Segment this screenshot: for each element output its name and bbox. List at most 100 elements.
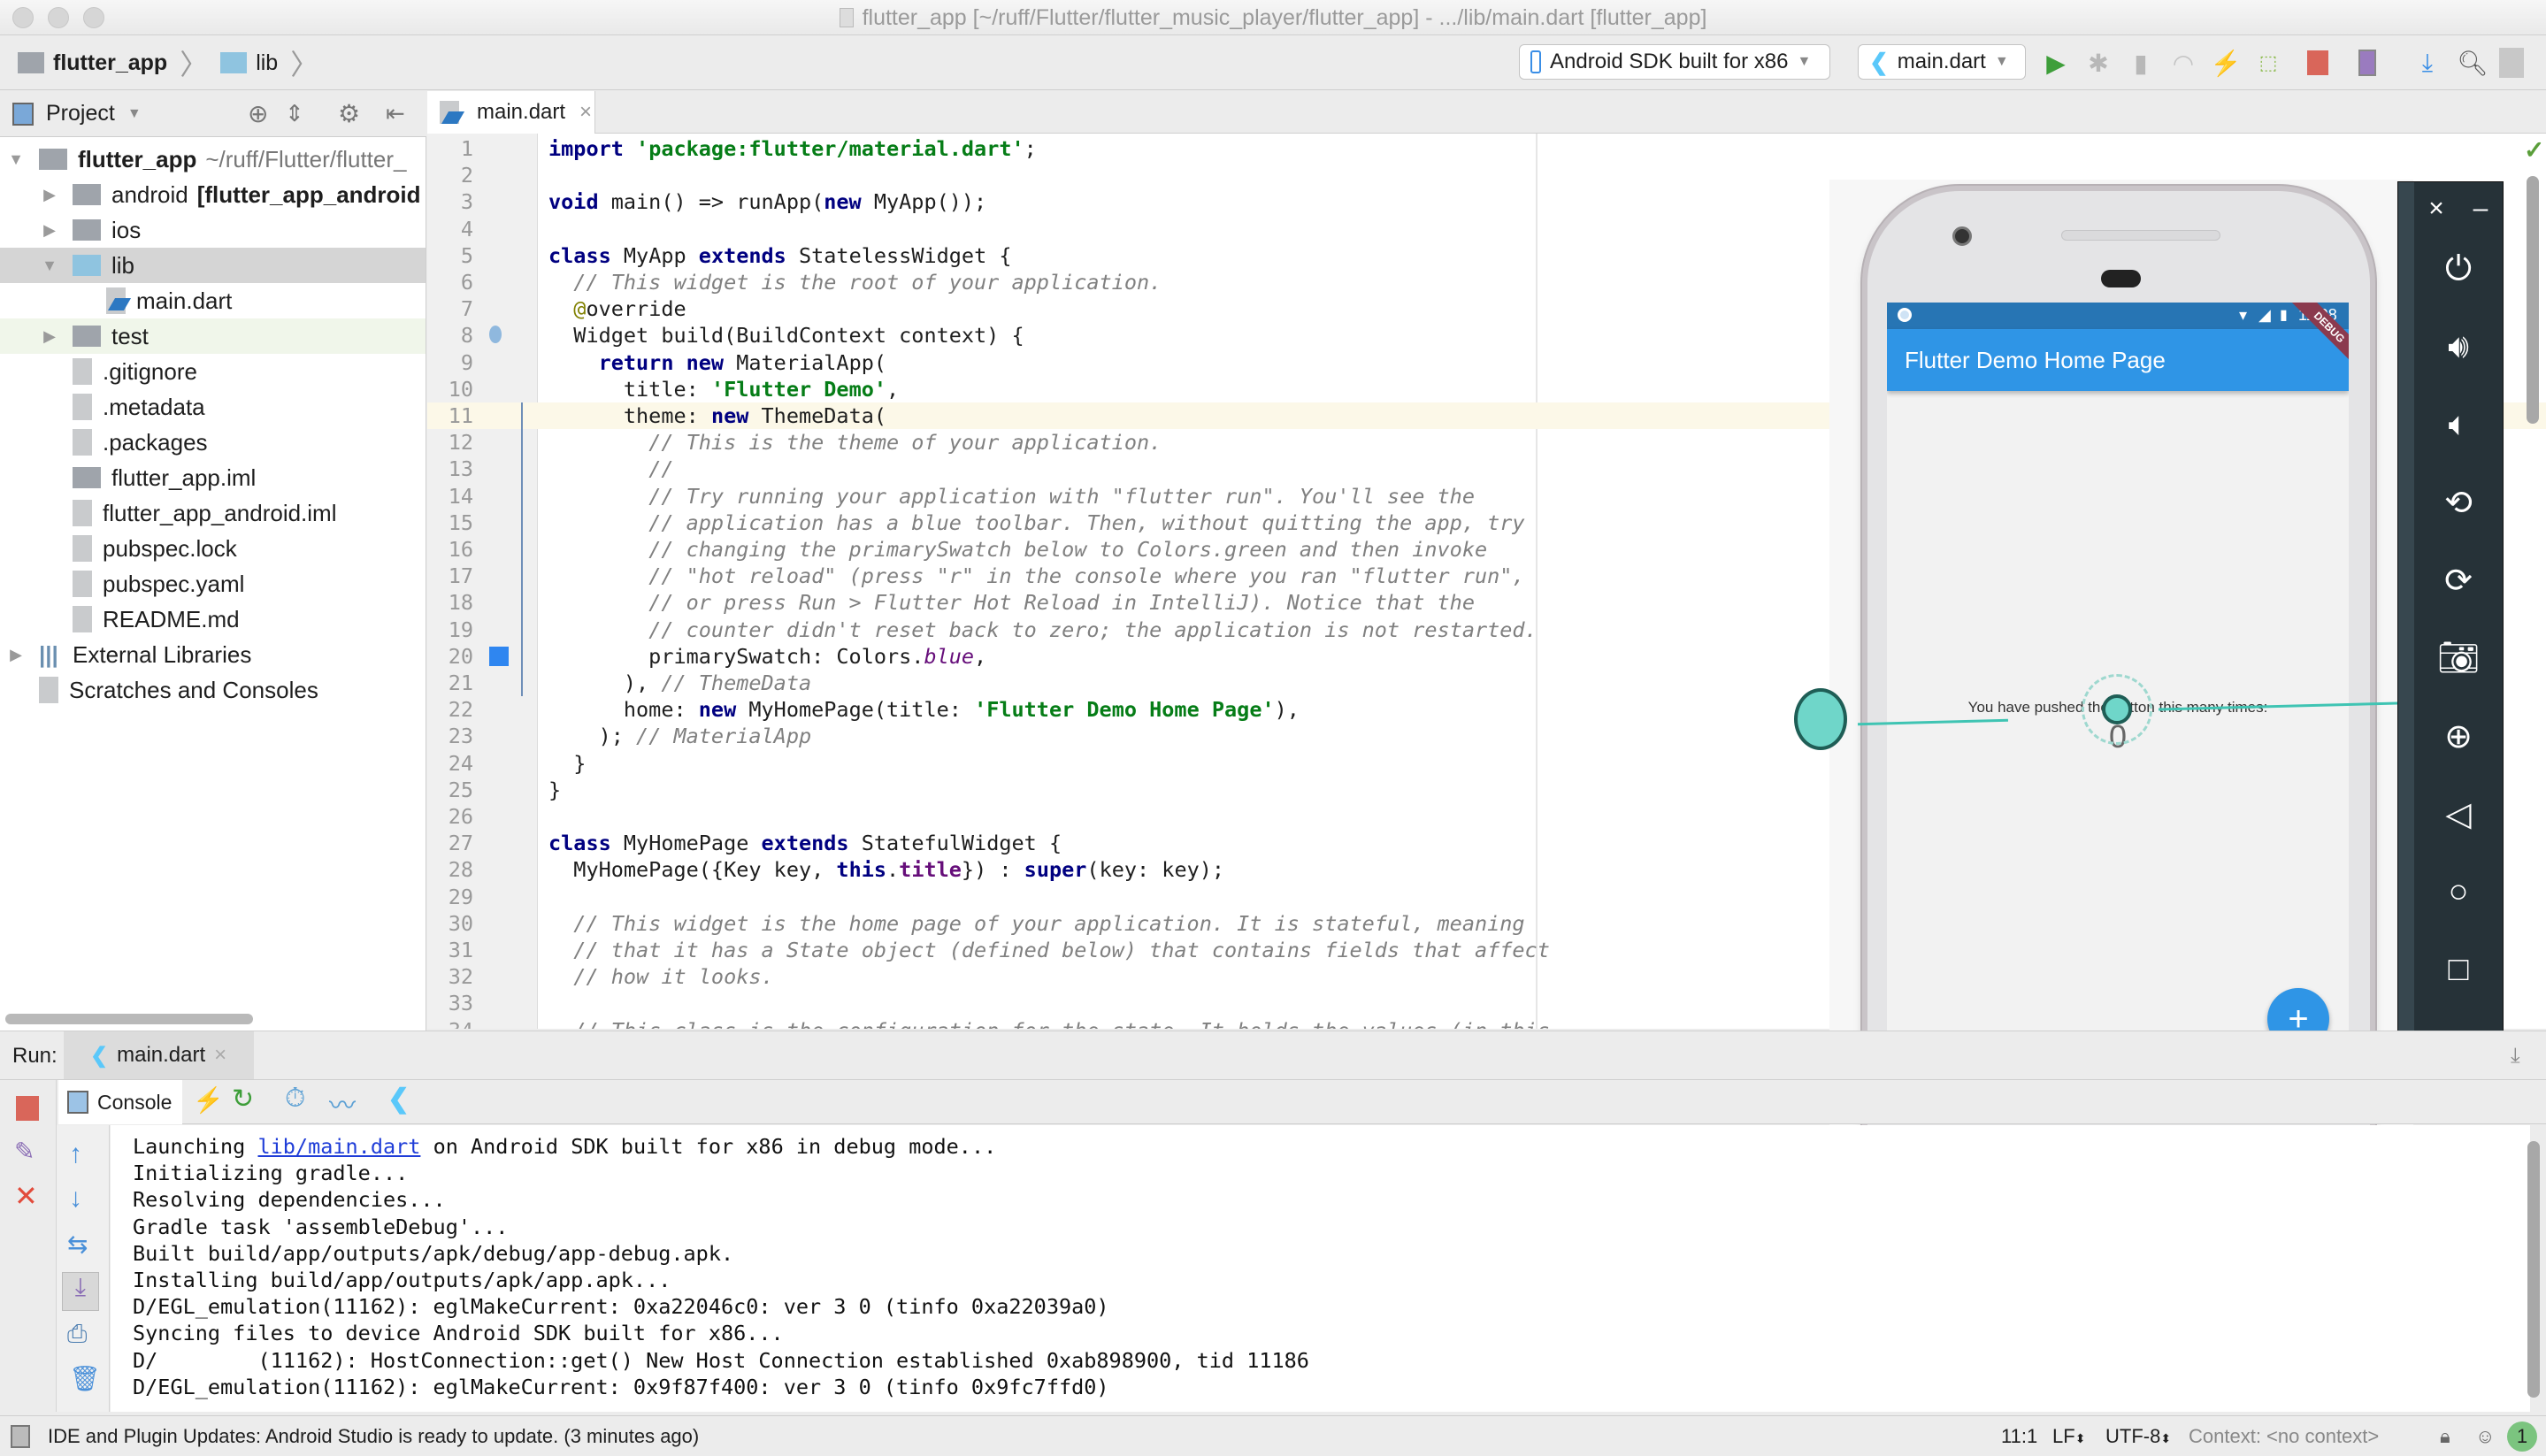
console-output[interactable]: Launching lib/main.dart on Android SDK b…: [111, 1125, 2530, 1412]
breadcrumb-item-lib[interactable]: lib: [256, 50, 278, 76]
tab-main-dart[interactable]: main.dart ×: [427, 91, 595, 134]
emulator-screen[interactable]: ▾ ◢ ▮ 11:08 Flutter Demo Home Page DEBUG…: [1887, 303, 2349, 1123]
toggle-tool-windows-icon[interactable]: [11, 1424, 30, 1448]
code-line[interactable]: 26: [427, 803, 1542, 830]
performance-icon[interactable]: 〰: [329, 1084, 356, 1123]
home-icon[interactable]: ○: [2414, 865, 2503, 918]
code-line[interactable]: 27 class MyHomePage extends StatefulWidge…: [427, 830, 1542, 856]
status-message[interactable]: IDE and Plugin Updates: Android Studio i…: [48, 1425, 699, 1448]
notifications-badge[interactable]: 1: [2507, 1421, 2537, 1452]
collapse-arrow-icon[interactable]: ▶: [39, 327, 60, 346]
code-line[interactable]: 34 // This class is the configuration fo…: [427, 1017, 1550, 1029]
tree-item[interactable]: ▶ ||| External Libraries: [0, 637, 426, 672]
tree-item[interactable]: Scratches and Consoles: [0, 672, 426, 708]
code-line[interactable]: 12 // This is the theme of your applicat…: [427, 429, 1542, 456]
code-line[interactable]: 19 // counter didn't reset back to zero;…: [427, 617, 1542, 643]
volume-up-icon[interactable]: 🔊︎: [2414, 320, 2503, 373]
run-tab-main-dart[interactable]: ❮ main.dart ×: [64, 1031, 254, 1079]
code-line[interactable]: 13 //: [427, 456, 1542, 482]
code-line[interactable]: 3 void main() => runApp(new MyApp());: [427, 188, 1542, 215]
code-line[interactable]: 2: [427, 162, 1542, 188]
clear-all-icon[interactable]: 🗑︎: [69, 1364, 101, 1393]
tree-item[interactable]: .metadata: [0, 389, 426, 425]
rotate-right-icon[interactable]: ⟳: [2414, 554, 2503, 607]
run-icon[interactable]: ▶: [2039, 46, 2073, 80]
code-line[interactable]: 10 title: 'Flutter Demo',: [427, 376, 1542, 402]
code-line[interactable]: 16 // changing the primarySwatch below t…: [427, 536, 1542, 563]
code-line[interactable]: 15 // application has a blue toolbar. Th…: [427, 510, 1542, 536]
code-line[interactable]: 1 import 'package:flutter/material.dart';: [427, 135, 1542, 162]
line-separator[interactable]: LF⬍: [2052, 1425, 2085, 1448]
code-line[interactable]: 23 ); // MaterialApp: [427, 723, 1542, 749]
code-line[interactable]: 14 // Try running your application with …: [427, 483, 1542, 510]
avd-manager-icon[interactable]: [2350, 46, 2384, 80]
tree-item[interactable]: .gitignore: [0, 354, 426, 389]
locate-file-icon[interactable]: ⊕: [248, 99, 268, 128]
soft-wrap-icon[interactable]: ⇆: [67, 1230, 88, 1259]
context-indicator[interactable]: Context: <no context>: [2189, 1425, 2379, 1448]
code-line[interactable]: 33: [427, 990, 1542, 1016]
zoom-icon[interactable]: ⊕: [2414, 709, 2503, 762]
sdk-manager-icon[interactable]: ⤓: [2411, 46, 2444, 80]
rotate-left-icon[interactable]: ⟲: [2414, 476, 2503, 529]
tree-item[interactable]: main.dart: [0, 283, 426, 318]
back-icon[interactable]: ◁: [2414, 787, 2503, 840]
hot-restart-icon[interactable]: ↻: [232, 1084, 254, 1115]
stopwatch-icon[interactable]: ⏱: [285, 1084, 305, 1114]
code-line[interactable]: 29: [427, 884, 1542, 910]
power-icon[interactable]: ⏻: [2414, 242, 2503, 295]
tree-item[interactable]: ▶ android [flutter_app_android: [0, 177, 426, 212]
screenshot-icon[interactable]: 📷︎: [2414, 632, 2503, 685]
collapse-arrow-icon[interactable]: ▶: [39, 186, 60, 204]
stop-icon[interactable]: [2301, 46, 2335, 80]
code-line[interactable]: 21 ), // ThemeData: [427, 670, 1542, 696]
breadcrumb-item-flutter-app[interactable]: flutter_app: [53, 50, 167, 76]
scroll-down-icon[interactable]: ↓: [69, 1184, 82, 1214]
collapse-arrow-icon[interactable]: ▶: [5, 646, 27, 664]
close-tab-icon[interactable]: ×: [579, 100, 592, 125]
overview-icon[interactable]: □: [2414, 943, 2503, 996]
editor-scrollbar[interactable]: [2527, 176, 2539, 424]
console-scrollbar[interactable]: [2527, 1141, 2540, 1398]
hot-reload-icon[interactable]: ⚡: [2209, 46, 2243, 80]
tree-item[interactable]: pubspec.lock: [0, 531, 426, 566]
tree-item[interactable]: ▶ ios: [0, 212, 426, 248]
code-line[interactable]: 24 }: [427, 750, 1542, 777]
gear-icon[interactable]: ⚙: [338, 99, 360, 128]
stop-icon[interactable]: [16, 1096, 39, 1121]
hector-icon[interactable]: ☺: [2475, 1425, 2495, 1448]
code-line[interactable]: 32 // how it looks.: [427, 963, 1542, 990]
code-line[interactable]: 25}: [427, 777, 1542, 803]
lock-icon[interactable]: 🔒︎: [2440, 1425, 2450, 1448]
code-line[interactable]: 22 home: new MyHomePage(title: 'Flutter …: [427, 696, 1542, 723]
tree-item[interactable]: pubspec.yaml: [0, 566, 426, 602]
open-devtools-icon[interactable]: ❮: [387, 1084, 410, 1115]
console-file-link[interactable]: lib/main.dart: [257, 1134, 420, 1159]
code-line[interactable]: 5 class MyApp extends StatelessWidget {: [427, 242, 1542, 269]
debug-icon[interactable]: ✱: [2082, 46, 2115, 80]
collapse-arrow-icon[interactable]: ▶: [39, 221, 60, 240]
run-config-selector[interactable]: ❮ main.dart ▼: [1858, 44, 2026, 80]
minimize-emulator-icon[interactable]: –: [2458, 182, 2503, 235]
close-icon[interactable]: ✕: [14, 1179, 38, 1213]
file-encoding[interactable]: UTF-8⬍: [2105, 1425, 2171, 1448]
code-line[interactable]: 8 Widget build(BuildContext context) {: [427, 322, 1542, 349]
tree-item[interactable]: .packages: [0, 425, 426, 460]
caret-position[interactable]: 11:1: [2001, 1425, 2037, 1448]
scroll-up-icon[interactable]: ↑: [69, 1139, 82, 1169]
chevron-down-icon[interactable]: ▼: [127, 106, 142, 122]
tree-item[interactable]: flutter_app_android.iml: [0, 495, 426, 531]
search-icon[interactable]: 🔍︎: [2456, 46, 2489, 80]
code-line[interactable]: 7 @override: [427, 295, 1542, 322]
scroll-to-end-icon[interactable]: ⤓: [62, 1272, 99, 1311]
tree-item[interactable]: ▼ lib: [0, 248, 426, 283]
download-icon[interactable]: ⤓: [2511, 1044, 2520, 1069]
volume-down-icon[interactable]: 🔈︎: [2414, 398, 2503, 451]
close-emulator-icon[interactable]: ×: [2414, 182, 2458, 235]
attach-debugger-icon[interactable]: ⬚: [2251, 46, 2285, 80]
collapse-all-icon[interactable]: ⇕: [285, 100, 304, 127]
hot-reload-icon[interactable]: ⚡: [193, 1085, 224, 1115]
device-selector[interactable]: Android SDK built for x86 ▼: [1519, 44, 1830, 80]
close-tab-icon[interactable]: ×: [214, 1043, 226, 1068]
pin-icon[interactable]: ✎: [14, 1137, 35, 1166]
